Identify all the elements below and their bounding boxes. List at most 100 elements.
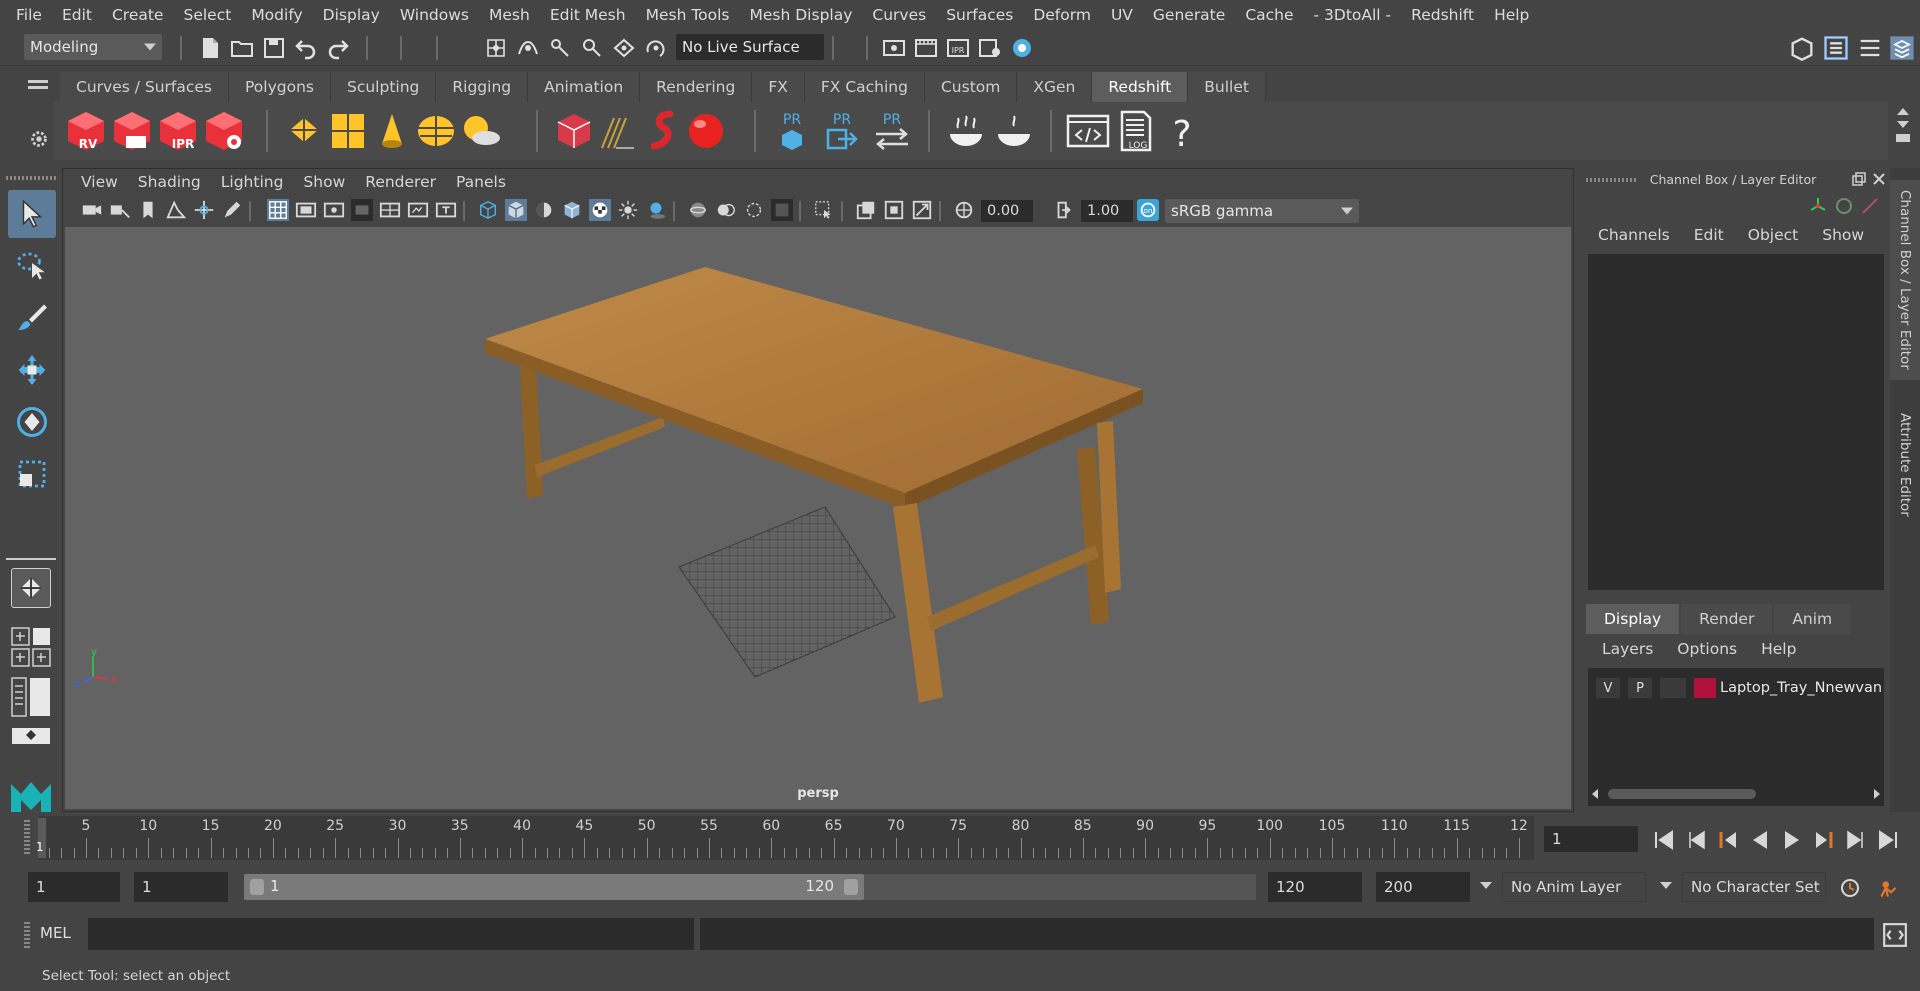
hypershade-icon[interactable] (1010, 36, 1034, 60)
live-surface-field[interactable]: No Live Surface (676, 34, 824, 60)
view-transform-dropdown[interactable]: sRGB gamma (1165, 199, 1359, 223)
animation-start-field[interactable]: 1 (28, 872, 120, 902)
move-tool[interactable] (8, 346, 56, 394)
tab-custom[interactable]: Custom (924, 72, 1018, 102)
menu-help[interactable]: Help (1484, 6, 1539, 24)
bake-icon[interactable] (944, 108, 988, 154)
menu-generate[interactable]: Generate (1143, 6, 1235, 24)
tab-rendering[interactable]: Rendering (640, 72, 753, 102)
dome-light-icon[interactable] (326, 108, 370, 154)
channelbox-menu-object[interactable]: Object (1736, 226, 1810, 244)
layer-playback-toggle[interactable]: P (1628, 678, 1652, 698)
snap-view-icon[interactable] (580, 36, 604, 60)
rotate-tool[interactable] (8, 398, 56, 446)
go-to-start-icon[interactable] (1652, 828, 1676, 852)
image-plane-icon[interactable] (165, 199, 187, 221)
layout-four-view-icon[interactable] (10, 626, 52, 668)
side-tab-channel-box[interactable]: Channel Box / Layer Editor (1890, 180, 1920, 380)
toggle-channel-box-icon[interactable] (1888, 34, 1916, 62)
camera-attributes-icon[interactable] (81, 199, 103, 221)
playback-prefs-icon[interactable] (1876, 876, 1902, 902)
tab-display-layers[interactable]: Display (1586, 604, 1680, 634)
toggle-attribute-editor-icon[interactable] (1822, 34, 1850, 62)
resolution-gate-icon[interactable] (323, 199, 345, 221)
channelbox-menu-channels[interactable]: Channels (1586, 226, 1682, 244)
tab-bullet[interactable]: Bullet (1188, 72, 1266, 102)
tab-anim-layers[interactable]: Anim (1774, 604, 1851, 634)
save-scene-icon[interactable] (262, 36, 286, 60)
menu-mesh-tools[interactable]: Mesh Tools (636, 6, 740, 24)
menu-mesh[interactable]: Mesh (479, 6, 540, 24)
backface-culling-icon[interactable] (771, 199, 793, 221)
channelbox-menu-show[interactable]: Show (1810, 226, 1876, 244)
panel-menu-panels[interactable]: Panels (446, 173, 516, 191)
undo-icon[interactable] (294, 36, 318, 60)
tab-polygons[interactable]: Polygons (229, 72, 331, 102)
film-gate-icon[interactable] (295, 199, 317, 221)
field-chart-icon[interactable] (379, 199, 401, 221)
time-slider[interactable]: 1 5 10 15 20 25 30 35 40 45 50 55 60 65 70 75 80 85 90 95 1… (36, 816, 1534, 860)
channelbox-menu-edit[interactable]: Edit (1682, 226, 1736, 244)
animation-end-field[interactable]: 200 (1376, 872, 1470, 902)
render-view-icon[interactable] (882, 36, 906, 60)
bake-sets-icon[interactable] (992, 108, 1036, 154)
speed-icon[interactable] (1834, 196, 1854, 216)
toggle-tool-settings-icon[interactable] (1856, 34, 1884, 62)
volume-icon[interactable] (640, 108, 684, 154)
wireframe-icon[interactable] (477, 199, 499, 221)
play-backwards-icon[interactable] (1748, 828, 1772, 852)
redshift-render-sequence-icon[interactable] (110, 108, 154, 154)
exposure-field[interactable]: 0.00 (981, 200, 1033, 222)
snap-curve-icon[interactable] (516, 36, 540, 60)
menu-curves[interactable]: Curves (862, 6, 936, 24)
layer-visibility-toggle[interactable]: V (1596, 678, 1620, 698)
tab-curves-surfaces[interactable]: Curves / Surfaces (60, 72, 230, 102)
shadows-icon[interactable] (645, 199, 667, 221)
layer-color-swatch[interactable] (1694, 678, 1716, 698)
single-view-layout[interactable] (11, 568, 51, 608)
panel-menu-renderer[interactable]: Renderer (355, 173, 446, 191)
menu-uv[interactable]: UV (1101, 6, 1143, 24)
redshift-ipr-icon[interactable]: IPR (156, 108, 200, 154)
xray-active-icon[interactable] (715, 199, 737, 221)
gamma-field[interactable]: 1.00 (1081, 200, 1133, 222)
play-forwards-icon[interactable] (1780, 828, 1804, 852)
pr-proxy-export-icon[interactable]: PR (770, 108, 814, 154)
step-back-key-icon[interactable] (1716, 828, 1740, 852)
auto-keyframe-icon[interactable] (1838, 876, 1862, 900)
layout-persp-graph-icon[interactable] (10, 726, 52, 746)
menu-display[interactable]: Display (313, 6, 390, 24)
menu-deform[interactable]: Deform (1023, 6, 1101, 24)
manipulator-icon[interactable] (1808, 196, 1828, 216)
range-slider-start-handle[interactable] (250, 879, 264, 895)
layer-menu-options[interactable]: Options (1665, 640, 1749, 658)
tab-redshift[interactable]: Redshift (1092, 72, 1189, 102)
layer-display-type-toggle[interactable] (1660, 678, 1686, 698)
character-set-field[interactable]: No Character Set (1682, 872, 1826, 902)
range-slider[interactable]: 1 120 (244, 874, 864, 900)
material-ball-icon[interactable] (684, 108, 728, 154)
two-sided-lighting-icon[interactable] (911, 199, 933, 221)
open-scene-icon[interactable] (230, 36, 254, 60)
menu-modify[interactable]: Modify (241, 6, 312, 24)
pr-proxy-swap-icon[interactable]: PR (870, 108, 914, 154)
menu-create[interactable]: Create (102, 6, 174, 24)
workspace-icon[interactable] (1788, 34, 1816, 62)
frame-selected-icon[interactable] (883, 199, 905, 221)
anim-layer-field[interactable]: No Anim Layer (1502, 872, 1646, 902)
area-light-icon[interactable] (282, 108, 326, 154)
safe-title-icon[interactable] (435, 199, 457, 221)
menu-windows[interactable]: Windows (390, 6, 479, 24)
gamma-icon[interactable] (1053, 199, 1075, 221)
step-forward-icon[interactable] (1844, 828, 1868, 852)
sun-sky-light-icon[interactable] (458, 108, 502, 154)
panel-menu-show[interactable]: Show (293, 173, 355, 191)
use-all-lights-icon[interactable] (617, 199, 639, 221)
grid-toggle-icon[interactable] (267, 199, 289, 221)
chevron-down-icon[interactable] (1660, 882, 1672, 889)
script-editor-icon[interactable] (1066, 108, 1110, 154)
camera-select-icon[interactable] (109, 199, 131, 221)
frame-all-icon[interactable] (855, 199, 877, 221)
script-language-toggle[interactable]: MEL (40, 924, 71, 942)
ies-light-icon[interactable] (414, 108, 458, 154)
